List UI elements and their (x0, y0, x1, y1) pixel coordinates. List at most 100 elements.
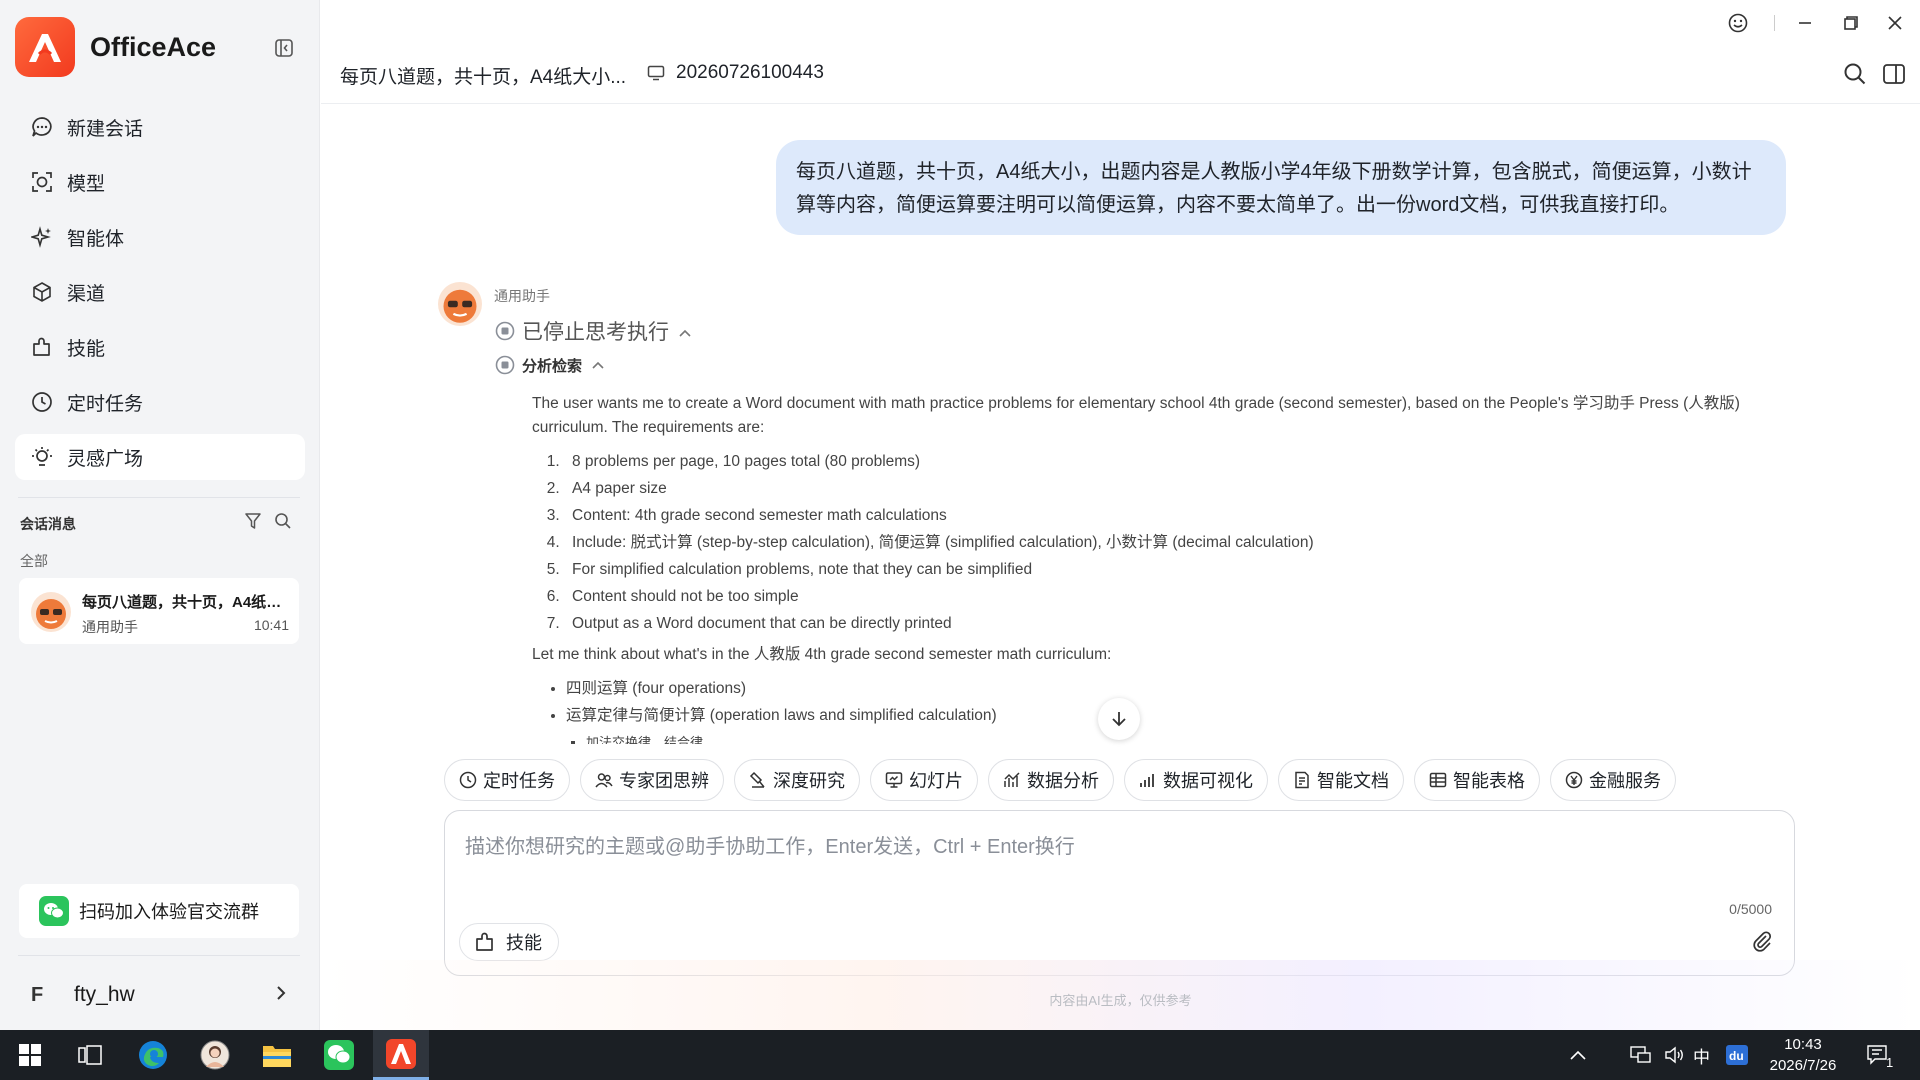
assistant-avatar (31, 592, 71, 632)
session-search-icon[interactable] (274, 512, 294, 532)
clock-icon (459, 771, 477, 789)
chevron-right-icon (275, 983, 295, 1007)
session-time: 10:41 (253, 617, 289, 633)
list-item: 加法交换律、结合律 (586, 729, 1788, 744)
nav-new-chat[interactable]: 新建会话 (15, 104, 305, 150)
windows-start-icon[interactable] (2, 1030, 58, 1080)
titlebar-divider (1762, 10, 1788, 36)
search-icon[interactable] (1843, 62, 1869, 88)
thought-content: The user wants me to create a Word docum… (532, 392, 1788, 744)
list-item: 8 problems per page, 10 pages total (80 … (564, 448, 1788, 475)
user-name: fty_hw (74, 983, 135, 1006)
collapse-sidebar-icon[interactable] (272, 36, 296, 60)
clock-icon (29, 389, 55, 415)
table-icon (1429, 771, 1447, 789)
chart-icon (1139, 771, 1157, 789)
ime-indicator[interactable]: 中 (1693, 1030, 1710, 1080)
chip-label: 智能表格 (1453, 771, 1525, 791)
stop-circle-icon (494, 320, 516, 342)
chip-smart-table[interactable]: 智能表格 (1414, 759, 1540, 801)
minimize-icon[interactable] (1792, 10, 1818, 36)
sidebar: OfficeAce 新建会话 模型 智能体 渠道 技能 定时任务 灵感广场 会话… (0, 0, 320, 1030)
analysis-step-toggle[interactable]: 分析检索 (494, 354, 606, 376)
chip-data-visualization[interactable]: 数据可视化 (1124, 759, 1268, 801)
svg-text:du: du (1729, 1049, 1744, 1063)
nav-label: 定时任务 (67, 393, 144, 415)
baidu-ime-icon[interactable]: du (1726, 1030, 1748, 1080)
list-item: 四则运算 (four operations) (566, 675, 1788, 702)
chip-label: 智能文档 (1317, 771, 1389, 791)
thinking-status: 已停止思考执行 (522, 321, 669, 344)
chip-finance[interactable]: 金融服务 (1550, 759, 1676, 801)
main-nav: 新建会话 模型 智能体 渠道 技能 定时任务 灵感广场 (15, 104, 305, 489)
wechat-app-icon[interactable] (311, 1030, 367, 1080)
cube-icon (29, 279, 55, 305)
system-clock[interactable]: 10:43 2026/7/26 (1760, 1034, 1846, 1076)
chevron-up-icon (677, 323, 693, 339)
message-input[interactable] (465, 827, 1765, 867)
chip-label: 定时任务 (483, 771, 555, 791)
tray-expand-icon[interactable] (1568, 1030, 1588, 1080)
chip-data-analysis[interactable]: 数据分析 (988, 759, 1114, 801)
chip-label: 深度研究 (773, 771, 845, 791)
feedback-smile-icon[interactable] (1725, 10, 1751, 36)
nav-scheduled[interactable]: 定时任务 (15, 379, 305, 425)
volume-icon[interactable] (1664, 1030, 1686, 1080)
side-panel-icon[interactable] (1882, 62, 1908, 88)
paperclip-icon[interactable] (1750, 929, 1776, 955)
topics-list: 四则运算 (four operations) 运算定律与简便计算 (operat… (566, 675, 1788, 744)
chip-expert-debate[interactable]: 专家团思辨 (580, 759, 724, 801)
chip-label: 专家团思辨 (619, 771, 709, 791)
requirements-list: 8 problems per page, 10 pages total (80 … (564, 448, 1788, 637)
list-item: Content: 4th grade second semester math … (564, 502, 1788, 529)
nav-inspiration[interactable]: 灵感广场 (15, 434, 305, 480)
chip-slides[interactable]: 幻灯片 (870, 759, 978, 801)
nav-label: 新建会话 (67, 118, 144, 140)
session-item[interactable]: 每页八道题，共十页，A4纸大小，出题内容是人教版小学4年级下册数学计算 通用助手… (19, 578, 299, 644)
chip-smart-doc[interactable]: 智能文档 (1278, 759, 1404, 801)
quick-actions: 定时任务 专家团思辨 深度研究 幻灯片 数据分析 数据可视化 智能文档 智能表格… (444, 759, 1686, 801)
scroll-to-bottom-button[interactable] (1098, 698, 1140, 740)
chip-deep-research[interactable]: 深度研究 (734, 759, 860, 801)
thinking-status-toggle[interactable]: 已停止思考执行 (494, 316, 693, 346)
thought-followup: Let me think about what's in the 人教版 4th… (532, 646, 1112, 663)
notification-icon[interactable]: 1 (1866, 1030, 1893, 1080)
assistant-avatar (438, 282, 482, 326)
list-item: Output as a Word document that can be di… (564, 610, 1788, 637)
wechat-group-button[interactable]: 扫码加入体验官交流群 (19, 884, 299, 938)
edge-browser-icon[interactable] (125, 1030, 181, 1080)
officeace-app-icon[interactable] (373, 1030, 429, 1080)
nav-skill[interactable]: 技能 (15, 324, 305, 370)
nav-model[interactable]: 模型 (15, 159, 305, 205)
assistant-name: 通用助手 (494, 288, 550, 304)
chip-label: 数据分析 (1027, 771, 1099, 791)
clock-time: 10:43 (1784, 1036, 1822, 1053)
conversation-title[interactable]: 每页八道题，共十页，A4纸大小... (340, 62, 626, 89)
close-icon[interactable] (1882, 10, 1908, 36)
subtopics-list: 加法交换律、结合律 (586, 729, 1788, 744)
clock-date: 2026/7/26 (1769, 1057, 1837, 1074)
nav-channel[interactable]: 渠道 (15, 269, 305, 315)
doc-icon (1293, 771, 1311, 789)
network-icon[interactable] (1630, 1030, 1652, 1080)
topic-text: 运算定律与简便计算 (operation laws and simplified… (566, 707, 997, 724)
list-item: A4 paper size (564, 475, 1788, 502)
user-profile[interactable]: F fty_hw (19, 975, 301, 1015)
divider (18, 497, 300, 498)
task-view-icon[interactable] (62, 1030, 118, 1080)
nav-label: 模型 (67, 173, 106, 195)
app-logo (15, 17, 75, 77)
list-item: Include: 脱式计算 (step-by-step calculation)… (564, 529, 1788, 556)
filter-icon[interactable] (244, 512, 264, 532)
avatar-app-icon[interactable] (187, 1030, 243, 1080)
session-filter-all[interactable]: 全部 (20, 551, 48, 571)
skill-button[interactable]: 技能 (459, 923, 559, 961)
chip-label: 幻灯片 (909, 771, 963, 791)
file-explorer-icon[interactable] (249, 1030, 305, 1080)
nav-agent[interactable]: 智能体 (15, 214, 305, 260)
ai-disclaimer: 内容由AI生成，仅供参考 (1049, 993, 1192, 1008)
nav-label: 智能体 (67, 228, 125, 250)
chip-scheduled-task[interactable]: 定时任务 (444, 759, 570, 801)
taskbar: 中 du 10:43 2026/7/26 1 (0, 1030, 1920, 1080)
maximize-icon[interactable] (1837, 10, 1863, 36)
